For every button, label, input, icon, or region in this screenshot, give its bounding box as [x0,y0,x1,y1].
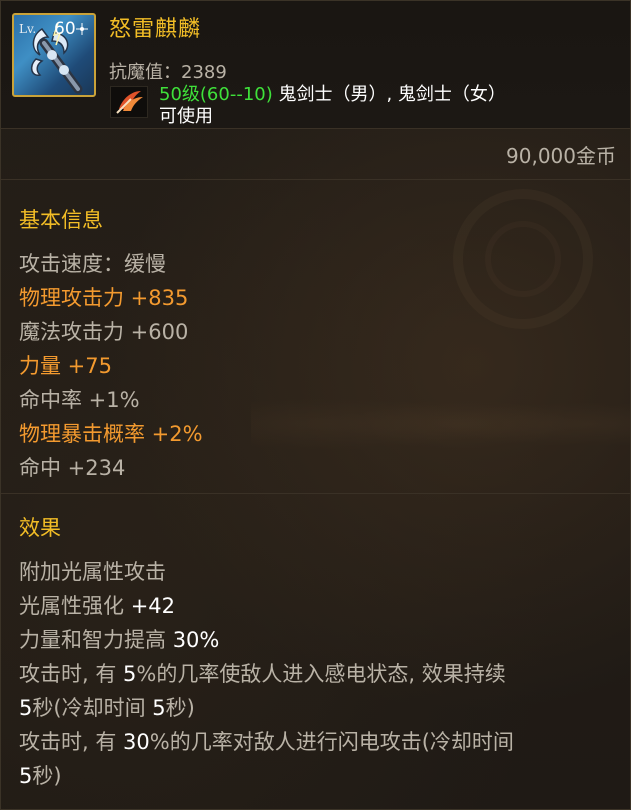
item-price: 90,000金币 [506,144,616,168]
effect-text: 附加光属性攻击 [19,560,166,584]
requirement-classes: 鬼剑士（男）, 鬼剑士（女） [272,84,506,105]
effect-text: %的几率使敌人进入感电状态, 效果持续 [136,662,506,686]
effect-text: 力量和智力提高 [19,628,173,652]
item-tooltip: Lv. 60 怒雷麒麟 抗魔值：2389 50级(60--10) 鬼剑士（男）,… [0,0,631,810]
effect-text: 攻击时, 有 [19,730,124,754]
effect-text: %的几率对敌人进行闪电攻击(冷却时间 [149,730,514,754]
effect-line: 附加光属性攻击 [19,556,166,586]
effect-line: 攻击时, 有 30%的几率对敌人进行闪电攻击(冷却时间 [19,726,514,756]
effect-line: 5秒(冷却时间 5秒) [19,692,195,722]
background-decoration [251,379,630,469]
level-value: 60 [54,19,76,39]
usable-status: 可使用 [159,106,213,127]
effect-value: 5 [19,696,33,720]
effect-value: 5 [19,764,33,788]
attack-speed-line: 攻击速度：缓慢 [19,252,166,276]
physical-crit-line: 物理暴击概率 +2% [19,422,203,446]
effect-text: 光属性强化 [19,594,131,618]
slayer-class-icon [110,86,148,118]
class-icon-drawing [116,91,143,114]
item-name: 怒雷麒麟 [109,17,202,42]
effect-text: 秒) [165,696,195,720]
physical-attack-line: 物理攻击力 +835 [19,286,189,310]
effect-text: 攻击时, 有 [19,662,124,686]
effect-value: 5 [123,662,137,686]
effect-value: 5 [152,696,166,720]
effect-line: 力量和智力提高 30% [19,624,219,654]
magic-attack-line: 魔法攻击力 +600 [19,320,189,344]
effect-text: 秒) [32,764,62,788]
divider [1,493,630,494]
strength-line: 力量 +75 [19,354,112,378]
basic-info-title: 基本信息 [19,208,103,232]
effect-line: 光属性强化 +42 [19,590,175,620]
effect-value: +42 [130,594,176,618]
effect-line: 5秒) [19,760,62,790]
effect-value: 30 [123,730,150,754]
tooltip-header: Lv. 60 怒雷麒麟 抗魔值：2389 50级(60--10) 鬼剑士（男）,… [1,1,630,129]
background-emblem [453,189,593,329]
accuracy-line: 命中 +234 [19,456,126,480]
divider [1,179,630,180]
effect-line: 攻击时, 有 5%的几率使敌人进入感电状态, 效果持续 [19,658,506,688]
effect-text: 秒(冷却时间 [32,696,153,720]
hit-rate-line: 命中率 +1% [19,388,140,412]
effect-value: 30% [172,628,220,652]
level-label: Lv. [19,22,37,36]
lightning-staff-icon[interactable]: Lv. 60 [12,13,96,97]
effects-title: 效果 [19,516,61,540]
